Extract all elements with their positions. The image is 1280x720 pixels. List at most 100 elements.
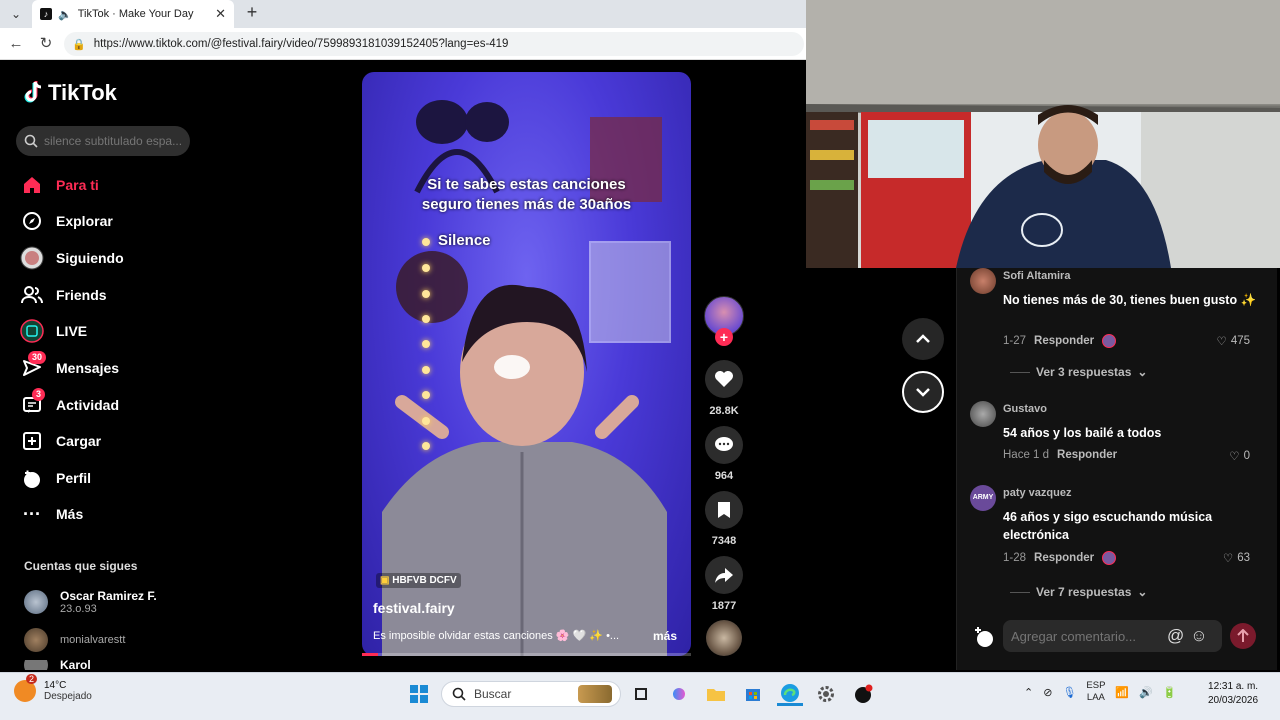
- comment-avatar[interactable]: [970, 401, 996, 427]
- mention-icon[interactable]: @: [1167, 626, 1184, 646]
- layout-code: LAA: [1086, 692, 1105, 703]
- comment-like[interactable]: ♡ 0: [1200, 449, 1250, 463]
- close-tab-icon[interactable]: ✕: [215, 6, 226, 22]
- share-count: 1877: [711, 600, 737, 612]
- back-arrow-icon[interactable]: ←: [6, 34, 26, 54]
- share-button[interactable]: [705, 556, 743, 594]
- microphone-icon[interactable]: 🎙: [1062, 686, 1076, 699]
- comment-avatar[interactable]: [970, 268, 996, 294]
- weather-widget[interactable]: 2 14°C Despejado: [14, 674, 92, 702]
- music-disc[interactable]: [706, 620, 742, 656]
- tab-title: TikTok · Make Your Day: [77, 8, 194, 20]
- send-comment-button[interactable]: [1230, 623, 1256, 649]
- tiktok-logo[interactable]: TikTok: [22, 80, 117, 106]
- emoji-icon[interactable]: ☺: [1190, 626, 1207, 646]
- view-replies-label: Ver 7 respuestas: [1036, 585, 1132, 599]
- activity-badge: 3: [32, 388, 46, 401]
- comment-username[interactable]: Sofi Altamira: [1003, 270, 1070, 282]
- comment-like[interactable]: ♡ 475: [1200, 334, 1251, 348]
- site-info-icon[interactable]: 🔒: [72, 38, 86, 51]
- nav-mas[interactable]: ··· Más: [20, 499, 83, 529]
- reload-icon[interactable]: ↻: [36, 34, 56, 54]
- nav-mensajes[interactable]: 30 Mensajes: [20, 351, 119, 383]
- settings-gear-icon[interactable]: [813, 682, 839, 706]
- nav-explorar[interactable]: Explorar: [20, 206, 113, 236]
- comments-panel: [956, 268, 1277, 670]
- system-tray[interactable]: ⌃ ⊘ 🎙 ESP LAA 📶 🔊 🔋: [1024, 680, 1177, 704]
- messages-icon: 30: [20, 351, 47, 380]
- copilot-icon[interactable]: [666, 682, 692, 706]
- following-account[interactable]: Oscar Ramirez F. 23.o.93: [24, 589, 157, 615]
- view-replies-button[interactable]: Ver 3 respuestas ⌄: [1010, 365, 1147, 379]
- caption-line: seguro tienes más de 30años: [421, 196, 632, 213]
- task-view-icon[interactable]: [628, 682, 654, 706]
- nav-live[interactable]: LIVE: [20, 316, 87, 346]
- next-video-button[interactable]: [902, 371, 944, 413]
- language-indicator[interactable]: ESP LAA: [1086, 680, 1105, 704]
- following-account[interactable]: Karol: [24, 660, 91, 670]
- chevron-up-icon[interactable]: ⌃: [1024, 686, 1033, 699]
- user-avatar-plus-icon[interactable]: [972, 624, 996, 653]
- heart-outline-icon: ♡: [1229, 451, 1240, 463]
- light-dot: [422, 391, 430, 399]
- video-username[interactable]: festival.fairy: [373, 600, 455, 616]
- nav-cargar[interactable]: Cargar: [20, 426, 101, 456]
- comment-like[interactable]: ♡ 63: [1200, 551, 1250, 565]
- video-player[interactable]: [362, 72, 691, 656]
- search-highlight-icon: [578, 685, 612, 703]
- video-description: Es imposible olvidar estas canciones 🌸 🤍…: [373, 630, 620, 642]
- nav-para-ti[interactable]: Para ti: [20, 170, 99, 200]
- reply-button[interactable]: Responder: [1034, 335, 1094, 347]
- comment-username[interactable]: paty vazquez: [1003, 487, 1071, 499]
- volume-icon[interactable]: 🔊: [1139, 686, 1153, 699]
- friends-icon: [20, 283, 44, 307]
- comment-date: 1-27: [1003, 335, 1027, 347]
- comment-text: No tienes más de 30, tienes buen gusto ✨: [1003, 293, 1257, 307]
- wifi-icon[interactable]: 📶: [1115, 686, 1129, 699]
- more-link[interactable]: más: [653, 629, 677, 643]
- new-tab-button[interactable]: +: [242, 2, 262, 22]
- comment-like-count: 0: [1243, 450, 1250, 462]
- nav-friends[interactable]: Friends: [20, 280, 107, 310]
- view-replies-button[interactable]: Ver 7 respuestas ⌄: [1010, 585, 1147, 599]
- nav-perfil[interactable]: Perfil: [20, 463, 91, 493]
- chatgpt-app-icon[interactable]: [850, 682, 876, 706]
- taskbar-search[interactable]: Buscar: [441, 681, 621, 707]
- comment-input-box[interactable]: @ ☺: [1003, 620, 1222, 652]
- following-account[interactable]: monialvarestt: [24, 628, 125, 652]
- comment-button[interactable]: [705, 426, 743, 464]
- nav-label: Cargar: [56, 433, 102, 449]
- network-off-icon[interactable]: ⊘: [1043, 686, 1052, 699]
- nav-actividad[interactable]: 3 Actividad: [20, 388, 119, 420]
- windows-start-icon[interactable]: [406, 682, 432, 706]
- comment-avatar[interactable]: ARMY: [970, 485, 996, 511]
- light-dot: [422, 417, 430, 425]
- account-name: Karol: [60, 660, 91, 670]
- tab-actions-chevron-icon[interactable]: ⌄: [6, 4, 26, 24]
- like-button[interactable]: [705, 360, 743, 398]
- speaker-icon[interactable]: 🔈: [58, 8, 72, 21]
- url-bar[interactable]: 🔒 https://www.tiktok.com/@festival.fairy…: [64, 32, 804, 56]
- store-icon[interactable]: [740, 682, 766, 706]
- battery-icon[interactable]: 🔋: [1163, 686, 1177, 699]
- nav-label: Friends: [56, 287, 107, 303]
- browser-tab[interactable]: ♪ 🔈 TikTok · Make Your Day ✕: [32, 0, 234, 28]
- effect-tag[interactable]: ▣ HBFVB DCFV: [376, 573, 461, 588]
- home-icon: [20, 173, 44, 197]
- edge-browser-icon[interactable]: [777, 682, 803, 706]
- file-explorer-icon[interactable]: [703, 682, 729, 706]
- reply-button[interactable]: Responder: [1057, 449, 1117, 461]
- follow-plus-button[interactable]: +: [715, 328, 733, 346]
- clock[interactable]: 12:31 a. m. 20/03/2026: [1208, 680, 1258, 708]
- share-arrow-icon: [715, 568, 733, 583]
- weather-temp: 14°C: [44, 680, 67, 691]
- video-progress-bar[interactable]: [362, 653, 691, 656]
- save-button[interactable]: [705, 491, 743, 529]
- reply-button[interactable]: Responder: [1034, 552, 1094, 564]
- search-input[interactable]: [44, 134, 184, 148]
- search-box[interactable]: [16, 126, 190, 156]
- nav-siguiendo[interactable]: Siguiendo: [20, 243, 124, 273]
- comment-username[interactable]: Gustavo: [1003, 403, 1047, 415]
- comment-input[interactable]: [1011, 628, 1161, 644]
- previous-video-button[interactable]: [902, 318, 944, 360]
